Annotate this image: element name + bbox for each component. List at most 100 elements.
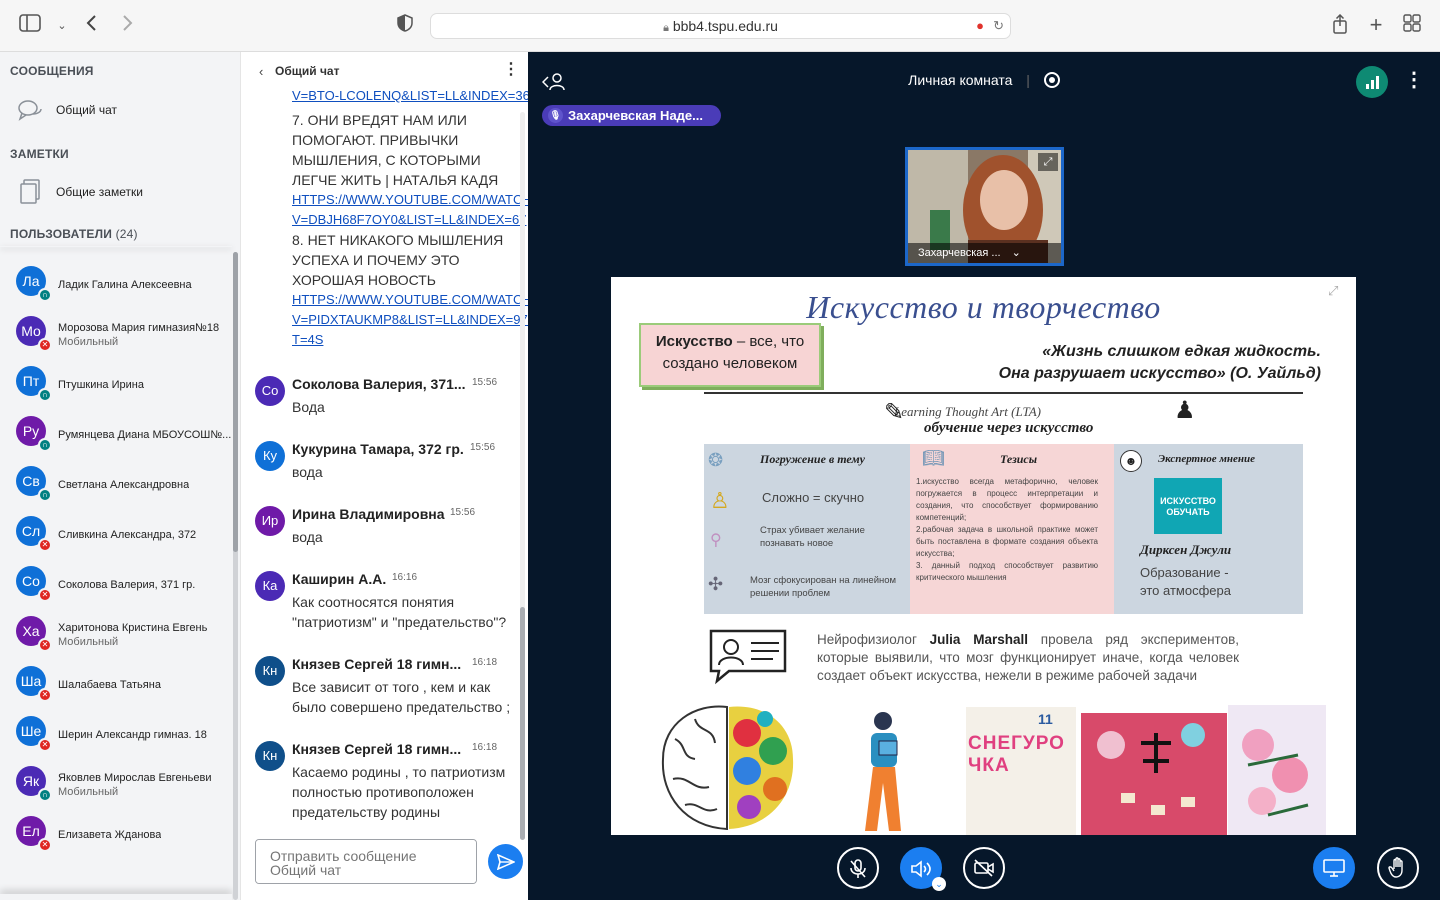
avatar: Кн — [255, 741, 285, 771]
dancer-icon: ♟ — [1174, 397, 1196, 424]
audio-button[interactable]: ⌄ — [900, 847, 946, 891]
chevron-down-icon[interactable]: ⌄ — [50, 14, 74, 38]
presentation-toggle-button[interactable] — [1313, 847, 1355, 889]
reload-icon[interactable]: ↻ — [993, 14, 1004, 38]
column-text: Образование - это атмосфера — [1140, 565, 1231, 598]
presentation-slide: Искусство и творчество ⤢ Искусство – все… — [611, 277, 1356, 835]
column-text: Мозг сфокусирован на линейном решении пр… — [750, 575, 897, 599]
poster-number: 11 — [1038, 711, 1053, 727]
thesis-item: 3. данный подход способствует развитию к… — [916, 561, 1098, 582]
microphone-muted-icon: ✕ — [38, 838, 52, 852]
chat-link[interactable]: T=4S — [292, 330, 323, 350]
pink-collage-image — [1081, 713, 1227, 835]
chat-message-input[interactable] — [255, 839, 477, 884]
address-bar[interactable]: 🔒︎ bbb4.tspu.edu.ru ● ↻ — [430, 13, 1011, 39]
message-text: вода — [292, 464, 323, 480]
talking-indicator[interactable]: 🎙︎ Захарчевская Наде... — [542, 105, 721, 126]
webcam-name-label[interactable]: Захарчевская ... ⌄ — [908, 243, 1061, 263]
user-list-item[interactable]: Сл ✕ Сливкина Александра, 372 — [0, 508, 234, 558]
chat-link[interactable]: HTTPS://WWW.YOUTUBE.COM/WATCH? — [292, 190, 528, 210]
chat-link[interactable]: V=DBJH68F7OY0&LIST=LL&INDEX=67 — [292, 210, 526, 230]
user-name: Соколова Валерия, 371 гр. — [58, 579, 196, 591]
user-list-item[interactable]: Ше ✕ Шерин Александр гимназ. 18 — [0, 708, 234, 758]
message-text: Все зависит от того , кем и как было сов… — [292, 679, 511, 715]
chat-link[interactable]: HTTPS://WWW.YOUTUBE.COM/WATCH? — [292, 290, 528, 310]
scrollbar-thumb[interactable] — [233, 252, 238, 552]
lta-banner: Learning Thought Art (LTA) обучение чере… — [704, 392, 1303, 442]
more-options-icon[interactable]: ⋮ — [503, 62, 519, 78]
fullscreen-icon[interactable]: ⤢ — [1038, 153, 1058, 171]
chat-text-line: МЫШЛЕНИЯ, С КОТОРЫМИ — [292, 152, 481, 168]
url-text: bbb4.tspu.edu.ru — [672, 18, 778, 34]
slide-title: Искусство и творчество — [806, 289, 1161, 325]
user-list-item[interactable]: Св ∩ Светлана Александровна — [0, 458, 234, 508]
expert-name: Дирксен Джули — [1140, 542, 1232, 557]
user-name: Сливкина Александра, 372 — [58, 529, 197, 541]
shield-icon[interactable] — [393, 14, 417, 38]
send-button[interactable] — [488, 844, 523, 879]
thesis-item: 2.рабочая задача в школьной практике мож… — [916, 525, 1098, 558]
message-author: Ирина Владимировна — [292, 506, 445, 522]
user-list-item[interactable]: Ру ∩ Румянцева Диана МБОУСОШ№... — [0, 408, 234, 458]
microphone-muted-icon: ✕ — [38, 538, 52, 552]
definition-term: Искусство — [655, 333, 733, 350]
record-icon[interactable] — [1043, 72, 1060, 88]
definition-box: Искусство – все, что создано человеком — [639, 323, 821, 387]
lta-subtitle: обучение через искусство — [924, 420, 1094, 436]
raise-hand-button[interactable] — [1377, 847, 1419, 889]
user-list-item[interactable]: Ел ✕ Елизавета Жданова — [0, 808, 234, 858]
shared-notes-item[interactable]: Общие заметки — [10, 172, 232, 212]
user-list-item[interactable]: Як ∩ Яковлев Мирослав Евгеньеви Мобильный — [0, 758, 234, 808]
expert-icon: ☻ — [1120, 450, 1142, 472]
microphone-icon[interactable]: ● — [976, 14, 984, 38]
message-time: 15:56 — [470, 442, 496, 453]
plus-icon[interactable]: + — [1364, 14, 1388, 38]
user-list-item[interactable]: Ла ∩ Ладик Галина Алексеевна — [0, 258, 234, 308]
hand-icon — [1388, 857, 1403, 878]
webcam-video[interactable]: ⤢ Захарчевская ... ⌄ — [905, 147, 1064, 266]
message-author: Князев Сергей 18 гимн... — [292, 656, 462, 672]
share-icon[interactable] — [1328, 13, 1352, 38]
chevron-down-icon[interactable]: ⌄ — [932, 877, 946, 891]
chat-text-line: 7. ОНИ ВРЕДЯТ НАМ ИЛИ — [292, 112, 467, 128]
column-title: Экспертное мнение — [1158, 453, 1255, 465]
woman-illustration — [849, 707, 919, 835]
chat-link[interactable]: V=PIDXTAUKMP8&LIST=LL&INDEX=97& — [292, 310, 528, 330]
talker-name: Захарчевская Наде... — [568, 108, 703, 123]
chat-text-line: ПОМОГАЮТ. ПРИВЫЧКИ — [292, 132, 459, 148]
mute-microphone-button[interactable] — [837, 847, 879, 889]
public-chat-item[interactable]: Общий чат — [10, 90, 232, 130]
lock-icon: 🔒︎ — [663, 22, 669, 34]
chat-title[interactable]: Общий чат — [275, 64, 339, 78]
column-title: Тезисы — [1000, 452, 1038, 466]
user-list-item[interactable]: Пт ∩ Птушкина Ирина — [0, 358, 234, 408]
scrollbar-thumb[interactable] — [520, 607, 525, 840]
user-list-item[interactable]: Мо ✕ Морозова Мария гимназия№18 Мобильный — [0, 308, 234, 358]
share-webcam-button[interactable] — [963, 847, 1005, 889]
user-list-item[interactable]: Со ✕ Соколова Валерия, 371 гр. — [0, 558, 234, 608]
profile-card-icon — [707, 627, 789, 685]
neuro-text: Нейрофизиолог Julia Marshall провела ряд… — [817, 631, 1239, 685]
back-icon[interactable] — [80, 14, 104, 38]
microphone-off-icon — [850, 859, 866, 878]
microphone-muted-icon: ✕ — [38, 738, 52, 752]
speaker-icon — [911, 860, 931, 878]
more-options-icon[interactable]: ⋮ — [1404, 70, 1424, 90]
lta-title: Learning Thought Art (LTA) — [894, 404, 1041, 419]
headphones-icon: ∩ — [38, 388, 52, 402]
microphone-muted-icon: ✕ — [38, 338, 52, 352]
chevron-left-icon[interactable]: ‹ — [259, 64, 263, 79]
message-time: 16:18 — [472, 657, 498, 668]
user-list-sidebar: СООБЩЕНИЯ Общий чат ЗАМЕТКИ Общие заметк… — [0, 52, 240, 900]
user-list-item[interactable]: Ша ✕ Шалабаева Татьяна — [0, 658, 234, 708]
tabs-icon[interactable] — [1400, 14, 1424, 38]
quote: «Жизнь слишком едкая жидкость. Она разру… — [941, 341, 1321, 385]
chat-link[interactable]: V=BTO-LCOLENQ&LIST=LL&INDEX=36 — [292, 90, 528, 104]
forward-icon[interactable] — [115, 14, 139, 38]
connection-status-button[interactable] — [1356, 66, 1388, 98]
user-list-item[interactable]: Ха ✕ Харитонова Кристина Евгень Мобильный — [0, 608, 234, 658]
sidebar-icon[interactable] — [18, 14, 42, 38]
fullscreen-icon[interactable]: ⤢ — [1328, 283, 1338, 299]
column-text: Сложно = скучно — [762, 490, 865, 505]
chat-icon — [14, 94, 46, 126]
